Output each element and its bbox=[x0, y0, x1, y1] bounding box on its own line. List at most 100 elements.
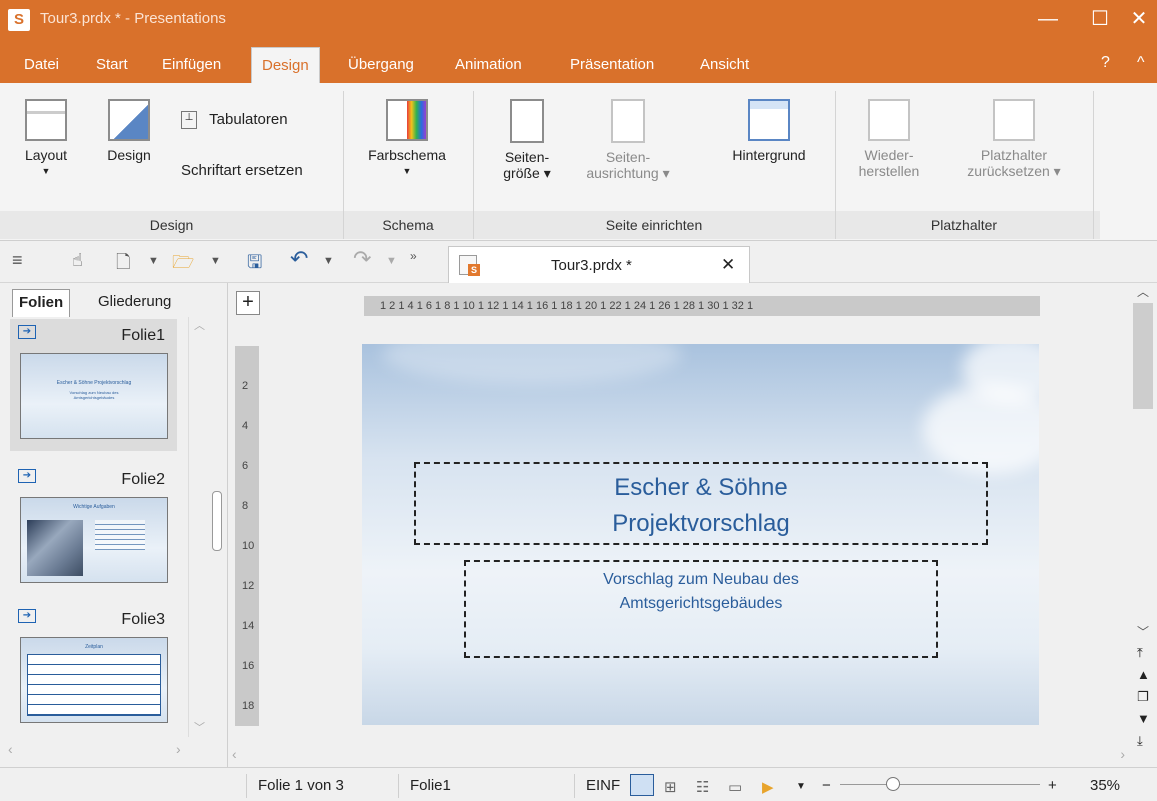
slide-panel: Folien Gliederung ➔ Folie1 Escher & Söhn… bbox=[0, 283, 228, 767]
layout-icon bbox=[25, 99, 67, 141]
tab-praesentation[interactable]: Präsentation bbox=[560, 47, 664, 83]
slide-icon: ➔ bbox=[18, 469, 36, 483]
redo-dropdown-icon[interactable]: ▼ bbox=[386, 255, 397, 267]
document-tab-title: Tour3.prdx * bbox=[551, 257, 632, 274]
redo-icon[interactable]: ↷ bbox=[353, 246, 371, 272]
seitenausrichtung-button[interactable]: Seiten- ausrichtung ▾ bbox=[578, 99, 678, 182]
presentation-dropdown-icon[interactable]: ▼ bbox=[796, 781, 806, 792]
previous-slide-icon[interactable]: ▲ bbox=[1137, 667, 1150, 682]
last-slide-icon[interactable]: ⤓ bbox=[1137, 733, 1143, 749]
notes-view-icon[interactable]: ▭ bbox=[728, 778, 742, 796]
page-orientation-icon bbox=[611, 99, 645, 143]
zoom-out-button[interactable]: − bbox=[822, 777, 831, 794]
design-icon bbox=[108, 99, 150, 141]
layout-button[interactable]: Layout ▼ bbox=[20, 99, 72, 176]
slide-thumbnail-2[interactable]: ➔ Folie2 Wichtige Aufgaben bbox=[10, 463, 177, 595]
platzhalter-zuruecksetzen-button[interactable]: Platzhalter zurücksetzen ▾ bbox=[948, 99, 1080, 180]
zoom-slider-thumb[interactable] bbox=[886, 777, 900, 791]
group-label-platzhalter: Platzhalter bbox=[930, 217, 998, 233]
title-placeholder[interactable]: Escher & Söhne Projektvorschlag bbox=[414, 462, 988, 545]
reset-placeholder-icon bbox=[993, 99, 1035, 141]
main-vscrollbar[interactable]: ︿ ﹀ ⤒ ▲ ❐ ▼ ⤓ bbox=[1129, 283, 1157, 767]
ribbon: Layout ▼ Design ⊥ Tabulatoren Schriftart … bbox=[0, 83, 1157, 241]
wiederherstellen-button[interactable]: Wieder- herstellen bbox=[848, 99, 930, 179]
open-folder-dropdown-icon[interactable]: ▼ bbox=[210, 255, 221, 267]
window-title: Tour3.prdx * - Presentations bbox=[40, 10, 226, 27]
color-scheme-icon bbox=[386, 99, 428, 141]
menu-bar: Datei Start Einfügen Design Übergang Ani… bbox=[0, 40, 1157, 83]
app-logo-icon: S bbox=[8, 9, 30, 31]
tab-gliederung[interactable]: Gliederung bbox=[92, 289, 177, 317]
document-tab[interactable]: S Tour3.prdx * ✕ bbox=[448, 246, 750, 283]
close-button[interactable]: ✕ bbox=[1121, 4, 1157, 34]
zoom-level[interactable]: 35% bbox=[1090, 777, 1120, 794]
undo-dropdown-icon[interactable]: ▼ bbox=[323, 255, 334, 267]
background-icon bbox=[748, 99, 790, 141]
slide-panel-hscrollbar[interactable]: ‹ › bbox=[0, 741, 200, 761]
slide-sorter-view-icon[interactable]: ⊞ bbox=[664, 778, 677, 796]
tab-einfuegen[interactable]: Einfügen bbox=[152, 47, 231, 83]
schriftart-ersetzen-button[interactable]: Schriftart ersetzen bbox=[181, 162, 303, 179]
open-folder-icon[interactable]: 🗁 bbox=[172, 250, 194, 280]
ruler-corner-icon[interactable]: + bbox=[236, 291, 260, 315]
page-indicator: Folie 1 von 3 bbox=[258, 777, 344, 794]
tab-ansicht[interactable]: Ansicht bbox=[690, 47, 759, 83]
first-slide-icon[interactable]: ⤒ bbox=[1137, 645, 1143, 661]
group-label-schema: Schema bbox=[382, 217, 434, 233]
tab-start[interactable]: Start bbox=[86, 47, 138, 83]
tab-datei[interactable]: Datei bbox=[14, 47, 69, 83]
main-hscrollbar[interactable]: ‹ › bbox=[228, 746, 1129, 766]
farbschema-button[interactable]: Farbschema ▼ bbox=[356, 99, 458, 176]
close-document-icon[interactable]: ✕ bbox=[721, 255, 735, 275]
tab-uebergang[interactable]: Übergang bbox=[338, 47, 424, 83]
restore-placeholder-icon bbox=[868, 99, 910, 141]
seitengroesse-button[interactable]: Seiten- größe ▾ bbox=[492, 99, 562, 182]
subtitle-placeholder[interactable]: Vorschlag zum Neubau des Amtsgerichtsgeb… bbox=[464, 560, 938, 658]
slide-name-indicator: Folie1 bbox=[410, 777, 451, 794]
group-label-seite-einrichten: Seite einrichten bbox=[605, 217, 703, 233]
slide-preview-1: Escher & Söhne Projektvorschlag Vorschla… bbox=[20, 353, 168, 439]
new-document-dropdown-icon[interactable]: ▼ bbox=[148, 255, 159, 267]
outline-view-icon[interactable]: ☷ bbox=[696, 778, 709, 796]
zoom-in-button[interactable]: + bbox=[1048, 777, 1057, 794]
new-document-icon[interactable]: 🗋 bbox=[116, 250, 130, 280]
panel-resize-handle[interactable] bbox=[212, 491, 222, 551]
quick-toolbar: ≡ ☝ 🗋 ▼ 🗁 ▼ 🖫 ↶ ▼ ↷ ▼ » S Tour3.prdx * ✕ bbox=[0, 241, 1157, 283]
slide-thumbnail-1[interactable]: ➔ Folie1 Escher & Söhne Projektvorschlag… bbox=[10, 319, 177, 451]
presentation-view-icon[interactable]: ▶ bbox=[762, 778, 774, 796]
zoom-slider[interactable] bbox=[840, 784, 1040, 785]
collapse-ribbon-icon[interactable]: ^ bbox=[1137, 54, 1145, 72]
undo-icon[interactable]: ↶ bbox=[290, 246, 308, 272]
group-label-design: Design bbox=[149, 217, 194, 233]
more-tools-icon[interactable]: » bbox=[410, 249, 417, 263]
help-icon[interactable]: ? bbox=[1101, 54, 1110, 72]
hand-icon[interactable]: ☝ bbox=[72, 250, 83, 271]
maximize-button[interactable]: ☐ bbox=[1082, 4, 1118, 34]
tab-design[interactable]: Design bbox=[251, 47, 320, 83]
hamburger-icon[interactable]: ≡ bbox=[12, 250, 23, 271]
tab-folien[interactable]: Folien bbox=[12, 289, 71, 317]
design-button[interactable]: Design bbox=[98, 99, 160, 163]
normal-view-icon[interactable] bbox=[630, 774, 654, 796]
minimize-button[interactable]: — bbox=[1030, 4, 1066, 34]
slide-window-icon[interactable]: ❐ bbox=[1137, 689, 1149, 705]
slide-panel-scrollbar[interactable]: ︿ ﹀ bbox=[188, 317, 210, 737]
slide-thumbnail-3[interactable]: ➔ Folie3 Zeitplan bbox=[10, 603, 177, 735]
status-bar: Folie 1 von 3 Folie1 EINF ⊞ ☷ ▭ ▶ ▼ − + … bbox=[0, 767, 1157, 801]
vertical-ruler: 2 4 6 8 10 12 14 16 18 bbox=[235, 346, 259, 726]
vscroll-thumb[interactable] bbox=[1133, 303, 1153, 409]
scroll-down-icon[interactable]: ﹀ bbox=[1137, 623, 1149, 640]
next-slide-icon[interactable]: ▼ bbox=[1137, 711, 1150, 726]
document-file-icon: S bbox=[459, 255, 480, 276]
tabulatoren-icon: ⊥ bbox=[181, 111, 197, 130]
save-icon[interactable]: 🖫 bbox=[247, 250, 262, 280]
page-size-icon bbox=[510, 99, 544, 143]
horizontal-ruler: 1 2 1 4 1 6 1 8 1 10 1 12 1 14 1 16 1 18… bbox=[364, 296, 1040, 316]
slide-preview-3: Zeitplan bbox=[20, 637, 168, 723]
hintergrund-button[interactable]: Hintergrund bbox=[716, 99, 822, 163]
insert-mode-indicator[interactable]: EINF bbox=[586, 777, 620, 794]
tab-animation[interactable]: Animation bbox=[445, 47, 532, 83]
slide-canvas[interactable]: Escher & Söhne Projektvorschlag Vorschla… bbox=[362, 344, 1039, 725]
title-bar: S Tour3.prdx * - Presentations — ☐ ✕ bbox=[0, 0, 1157, 40]
tabulatoren-button[interactable]: ⊥ Tabulatoren bbox=[181, 111, 288, 130]
